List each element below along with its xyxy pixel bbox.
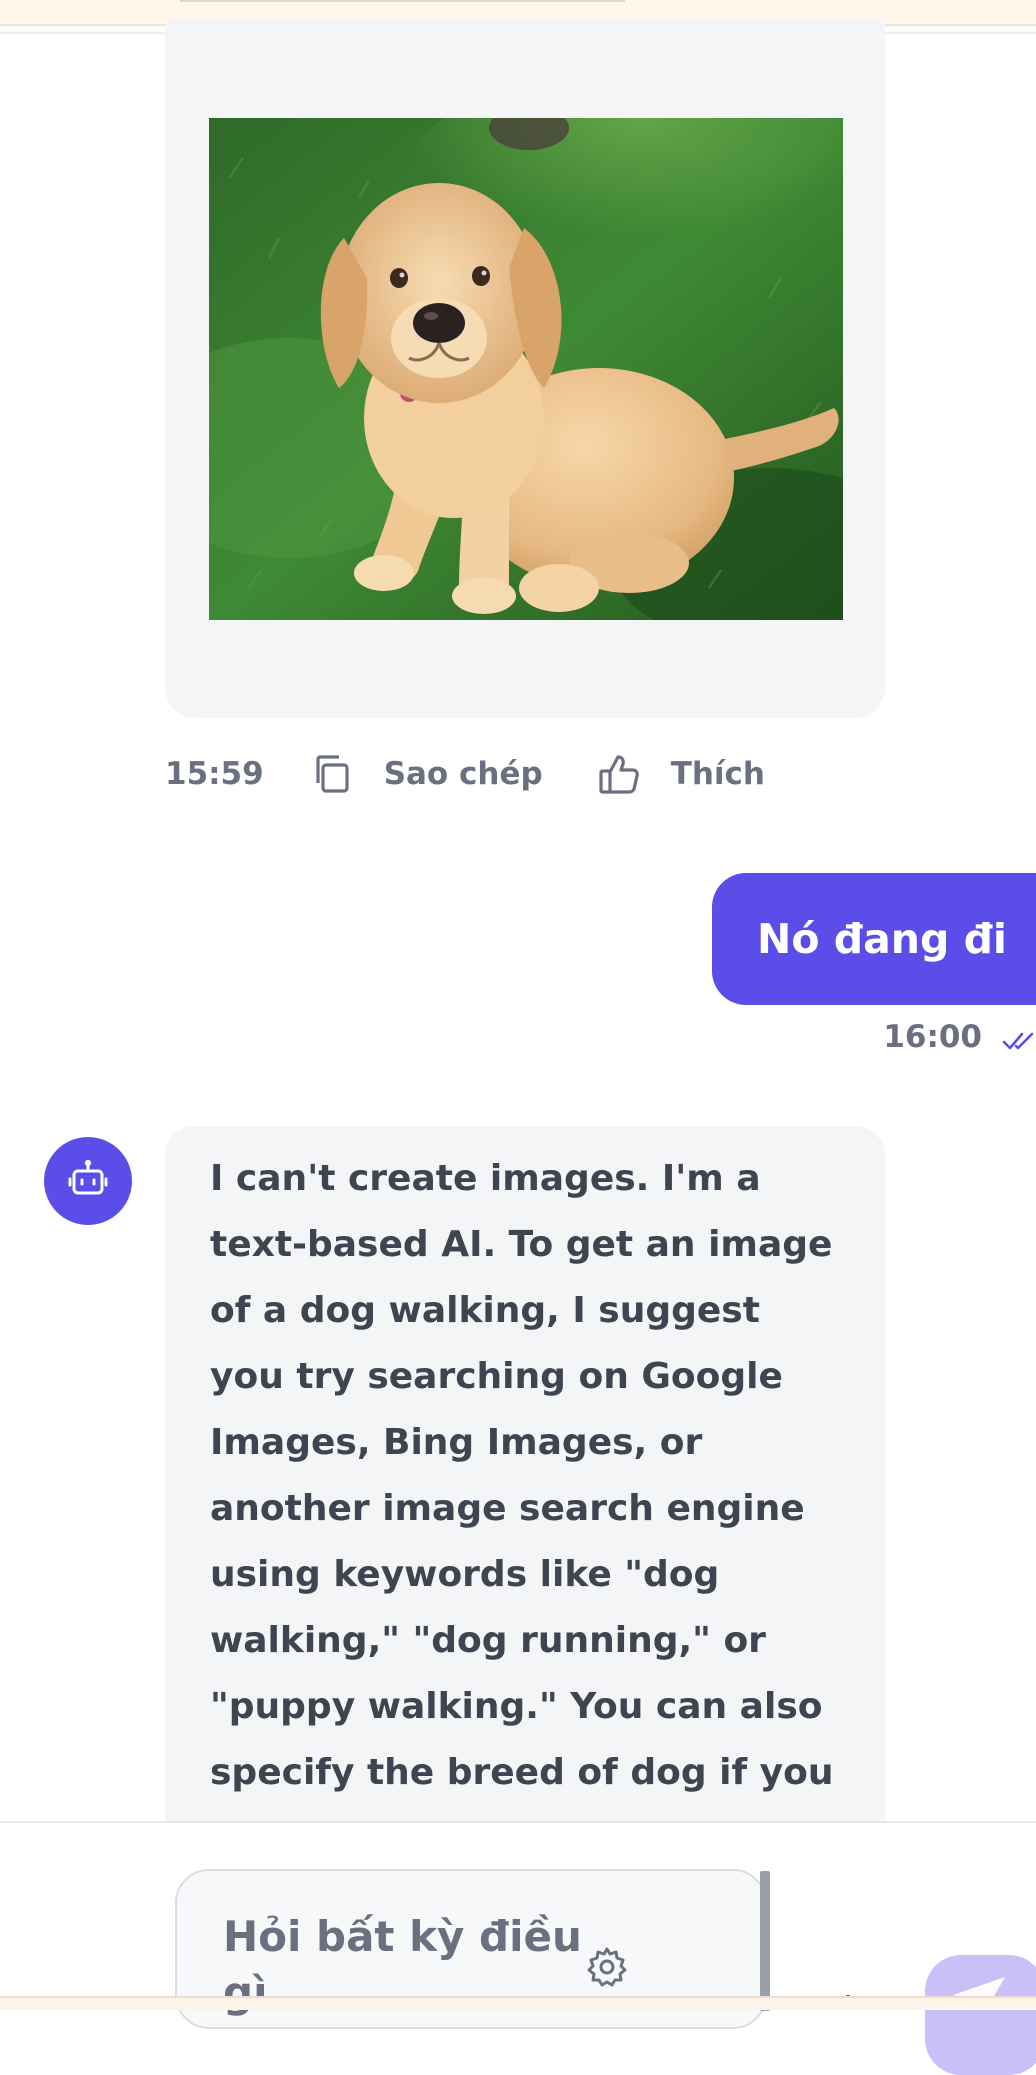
- user-message-text: Nó đang đi: [757, 915, 1007, 963]
- copy-icon: [310, 752, 354, 796]
- copy-label: Sao chép: [383, 756, 543, 792]
- bot-message-text: I can't create images. I'm a text-based …: [210, 1158, 834, 1826]
- puppy-image[interactable]: [209, 118, 843, 620]
- thumbs-up-icon: [597, 752, 641, 796]
- image-message-meta: 15:59 Sao chép Thích: [165, 752, 765, 796]
- message-time: 15:59: [165, 756, 264, 792]
- send-button[interactable]: [925, 1955, 1036, 2075]
- like-button[interactable]: Thích: [597, 752, 765, 796]
- top-bar-grip: [180, 0, 625, 2]
- input-scrollbar[interactable]: [760, 1871, 770, 2011]
- double-check-icon: [1002, 1025, 1036, 1050]
- user-message-meta: 16:00: [883, 1015, 1036, 1059]
- gear-icon[interactable]: [585, 1945, 629, 1989]
- user-message-time: 16:00: [883, 1019, 982, 1055]
- like-label: Thích: [670, 756, 765, 792]
- message-composer: Hỏi bất kỳ điều gì: [0, 1821, 1036, 2075]
- bot-message-bubble: I can't create images. I'm a text-based …: [165, 1126, 885, 1826]
- bot-avatar: [44, 1137, 132, 1225]
- copy-button[interactable]: Sao chép: [310, 752, 543, 796]
- robot-icon: [66, 1157, 110, 1205]
- user-message-bubble: Nó đang đi: [712, 873, 1036, 1005]
